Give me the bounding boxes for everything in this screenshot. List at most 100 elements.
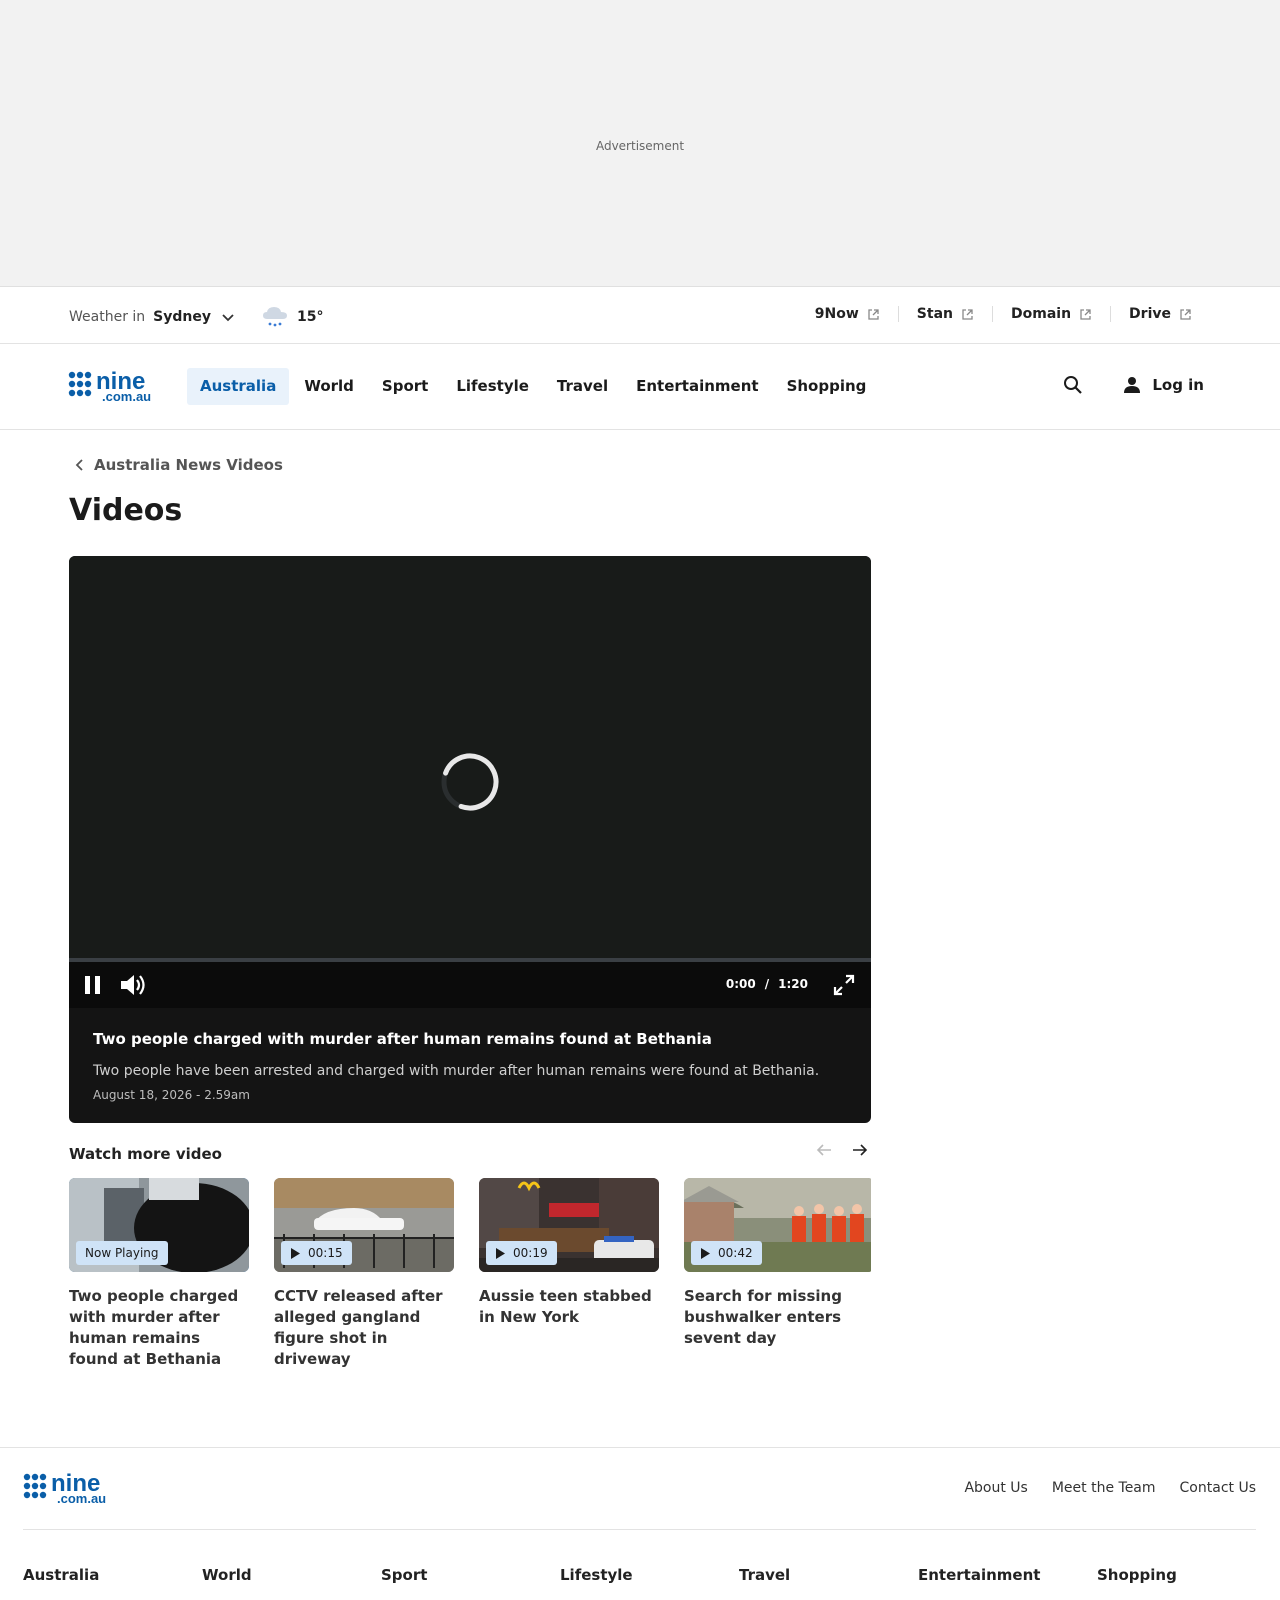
footer-categories: Australia World Sport Lifestyle Travel E… — [23, 1566, 1276, 1584]
external-link-icon — [1080, 308, 1091, 320]
duration-badge: 00:15 — [281, 1241, 352, 1265]
footer-category-shopping[interactable]: Shopping — [1097, 1566, 1276, 1584]
badge-label: 00:15 — [308, 1246, 343, 1260]
video-carousel: Now Playing Two people charged with murd… — [69, 1178, 871, 1378]
footer-category-lifestyle[interactable]: Lifestyle — [560, 1566, 739, 1584]
video-stage[interactable] — [69, 556, 871, 958]
weather-label: Weather in — [69, 309, 146, 325]
time-separator: / — [764, 977, 770, 991]
video-card-title[interactable]: Two people charged with murder after hum… — [69, 1286, 249, 1370]
ad-label: Advertisement — [595, 139, 685, 153]
footer-links: About Us Meet the Team Contact Us — [940, 1480, 1256, 1496]
footer-category-entertainment[interactable]: Entertainment — [918, 1566, 1097, 1584]
footer-divider — [23, 1529, 1256, 1530]
external-link-icon — [962, 308, 973, 320]
video-card[interactable]: 00:15 CCTV released after alleged gangla… — [274, 1178, 454, 1370]
search-icon[interactable] — [1062, 374, 1084, 396]
video-card[interactable]: 00:19 Aussie teen stabbed in New York — [479, 1178, 659, 1328]
external-link-9now[interactable]: 9Now — [797, 306, 898, 322]
nav-item-sport[interactable]: Sport — [369, 368, 441, 405]
video-thumbnail[interactable]: 00:42 — [684, 1178, 871, 1272]
time-display: 0:00 / 1:20 — [726, 977, 808, 991]
fullscreen-icon[interactable] — [832, 973, 856, 997]
video-card[interactable]: Now Playing Two people charged with murd… — [69, 1178, 249, 1370]
login-button[interactable]: Log in — [1122, 375, 1204, 395]
video-description: Two people have been arrested and charge… — [93, 1063, 820, 1079]
footer-category-travel[interactable]: Travel — [739, 1566, 918, 1584]
duration: 1:20 — [778, 977, 808, 991]
play-icon — [291, 1247, 300, 1259]
footer-category-australia[interactable]: Australia — [23, 1566, 202, 1584]
pause-icon[interactable] — [83, 974, 103, 996]
utility-bar: Weather in Sydney 15° 9Now Stan Domain D… — [0, 288, 1280, 344]
footer-link-about[interactable]: About Us — [964, 1480, 1027, 1496]
arrow-left-icon[interactable] — [815, 1141, 833, 1159]
video-date: August 18, 2026 - 2.59am — [93, 1088, 250, 1102]
video-info: Two people charged with murder after hum… — [69, 1008, 871, 1123]
external-link-domain[interactable]: Domain — [992, 306, 1110, 322]
breadcrumb-label: Australia News Videos — [94, 456, 283, 474]
video-card-title[interactable]: CCTV released after alleged gangland fig… — [274, 1286, 454, 1370]
external-link-drive[interactable]: Drive — [1110, 306, 1210, 322]
external-link-stan[interactable]: Stan — [897, 306, 992, 322]
footer-link-contact[interactable]: Contact Us — [1180, 1480, 1256, 1496]
breadcrumb[interactable]: Australia News Videos — [75, 456, 283, 474]
loading-spinner-icon — [441, 753, 499, 811]
video-thumbnail[interactable]: 00:19 — [479, 1178, 659, 1272]
weather-temperature: 15° — [297, 309, 324, 325]
user-icon — [1124, 377, 1141, 393]
nine-logo[interactable]: nine .com.au — [68, 370, 172, 404]
external-links: 9Now Stan Domain Drive — [797, 306, 1210, 322]
nav-item-travel[interactable]: Travel — [544, 368, 621, 405]
rain-cloud-icon — [263, 307, 287, 327]
nav-item-lifestyle[interactable]: Lifestyle — [443, 368, 542, 405]
external-link-label: 9Now — [814, 306, 859, 322]
weather-widget[interactable]: Weather in Sydney 15° — [69, 305, 323, 329]
external-link-icon — [868, 308, 879, 320]
nav-item-australia[interactable]: Australia — [187, 368, 290, 405]
nav-items: Australia World Sport Lifestyle Travel E… — [187, 368, 881, 405]
chevron-left-icon — [75, 459, 83, 471]
footer-nine-logo[interactable]: nine .com.au — [23, 1472, 127, 1506]
duration-badge: 00:19 — [486, 1241, 557, 1265]
svg-text:.com.au: .com.au — [102, 389, 151, 404]
play-icon — [701, 1247, 710, 1259]
nav-actions: Log in — [1062, 374, 1204, 396]
video-thumbnail[interactable]: 00:15 — [274, 1178, 454, 1272]
advertisement-banner: Advertisement — [0, 0, 1280, 287]
player-controls: 0:00 / 1:20 — [69, 962, 871, 1008]
nav-item-world[interactable]: World — [291, 368, 367, 405]
page-title: Videos — [69, 493, 183, 528]
video-card[interactable]: 00:42 Search for missing bushwalker ente… — [684, 1178, 871, 1349]
current-time: 0:00 — [725, 977, 756, 991]
now-playing-badge: Now Playing — [76, 1241, 168, 1265]
video-player[interactable]: 0:00 / 1:20 Two people charged with murder… — [69, 556, 871, 1123]
video-card-title[interactable]: Aussie teen stabbed in New York — [479, 1286, 659, 1328]
badge-label: 00:42 — [718, 1246, 753, 1260]
login-label: Log in — [1152, 376, 1204, 394]
svg-text:.com.au: .com.au — [57, 1491, 106, 1506]
external-link-label: Domain — [1011, 306, 1072, 322]
video-thumbnail[interactable]: Now Playing — [69, 1178, 249, 1272]
external-link-label: Drive — [1129, 306, 1171, 322]
badge-label: Now Playing — [85, 1246, 159, 1260]
external-link-label: Stan — [916, 306, 953, 322]
play-icon — [496, 1247, 505, 1259]
badge-label: 00:19 — [513, 1246, 548, 1260]
external-link-icon — [1180, 308, 1191, 320]
arrow-right-icon[interactable] — [851, 1141, 869, 1159]
footer: nine .com.au About Us Meet the Team Cont… — [0, 1447, 1280, 1600]
footer-category-world[interactable]: World — [202, 1566, 381, 1584]
volume-icon[interactable] — [119, 972, 147, 998]
nav-item-entertainment[interactable]: Entertainment — [623, 368, 771, 405]
footer-category-sport[interactable]: Sport — [381, 1566, 560, 1584]
nav-item-shopping[interactable]: Shopping — [774, 368, 880, 405]
main-navigation: nine .com.au Australia World Sport Lifes… — [0, 344, 1280, 430]
watch-more-heading: Watch more video — [69, 1145, 222, 1163]
video-card-title[interactable]: Search for missing bushwalker enters sev… — [684, 1286, 871, 1349]
video-title: Two people charged with murder after hum… — [93, 1030, 712, 1048]
footer-link-team[interactable]: Meet the Team — [1052, 1480, 1156, 1496]
chevron-down-icon[interactable] — [221, 310, 235, 324]
weather-city[interactable]: Sydney — [153, 309, 211, 325]
duration-badge: 00:42 — [691, 1241, 762, 1265]
